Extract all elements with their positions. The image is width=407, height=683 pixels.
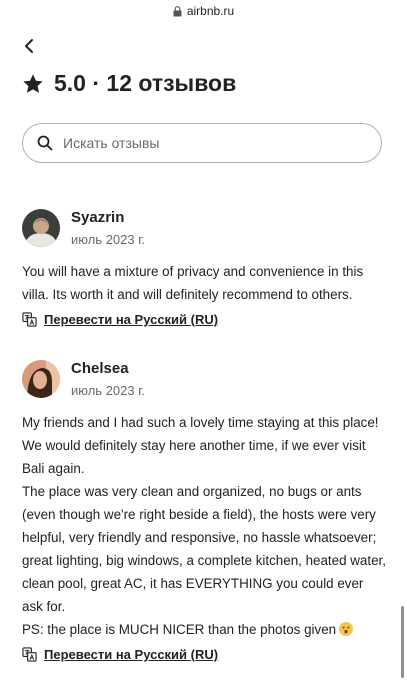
review-header: Chelsea июль 2023 г. bbox=[22, 357, 387, 401]
star-icon bbox=[22, 73, 44, 95]
review-text: My friends and I had such a lovely time … bbox=[22, 411, 387, 641]
review-card: Chelsea июль 2023 г. My friends and I ha… bbox=[22, 357, 387, 662]
translate-icon bbox=[22, 312, 37, 327]
browser-url-bar[interactable]: airbnb.ru bbox=[0, 0, 407, 22]
translate-link[interactable]: Перевести на Русский (RU) bbox=[22, 312, 387, 327]
avatar[interactable] bbox=[22, 360, 60, 398]
chevron-left-icon bbox=[25, 39, 33, 53]
review-paragraph: The place was very clean and organized, … bbox=[22, 484, 386, 614]
review-date: июль 2023 г. bbox=[71, 231, 145, 247]
page-title: 5.0 · 12 отзывов bbox=[22, 70, 236, 97]
search-box[interactable] bbox=[22, 123, 382, 163]
avatar[interactable] bbox=[22, 209, 60, 247]
review-card: Syazrin июль 2023 г. You will have a mix… bbox=[22, 206, 387, 327]
lock-icon bbox=[173, 5, 182, 17]
reviewer-name: Chelsea bbox=[71, 359, 129, 377]
scrollbar[interactable] bbox=[401, 606, 404, 678]
rating-summary: 5.0 · 12 отзывов bbox=[54, 70, 237, 96]
search-icon bbox=[37, 135, 53, 151]
review-paragraph: My friends and I had such a lovely time … bbox=[22, 415, 379, 476]
translate-link[interactable]: Перевести на Русский (RU) bbox=[22, 647, 387, 662]
review-paragraph: PS: the place is MUCH NICER than the pho… bbox=[22, 618, 387, 641]
review-paragraph-text: PS: the place is MUCH NICER than the pho… bbox=[22, 622, 337, 637]
review-text: You will have a mixture of privacy and c… bbox=[22, 260, 387, 306]
back-button[interactable] bbox=[20, 36, 40, 56]
url-text: airbnb.ru bbox=[186, 4, 235, 18]
translate-label[interactable]: Перевести на Русский (RU) bbox=[44, 647, 218, 662]
translate-label[interactable]: Перевести на Русский (RU) bbox=[44, 312, 218, 327]
reviewer-name: Syazrin bbox=[71, 208, 125, 226]
translate-icon bbox=[22, 647, 37, 662]
review-header: Syazrin июль 2023 г. bbox=[22, 206, 387, 250]
review-date: июль 2023 г. bbox=[71, 382, 145, 398]
astonished-face-emoji-icon bbox=[339, 622, 354, 636]
review-paragraph: You will have a mixture of privacy and c… bbox=[22, 264, 364, 302]
search-input[interactable] bbox=[61, 134, 355, 152]
